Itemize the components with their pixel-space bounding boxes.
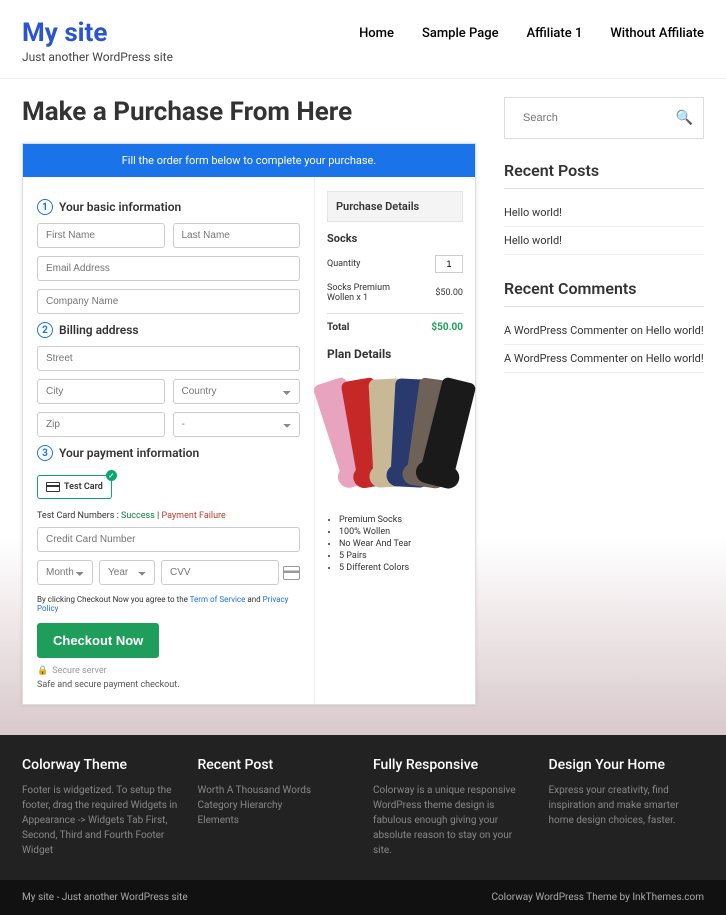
- recent-post-link[interactable]: Hello world!: [504, 206, 562, 219]
- line-item: Socks Premium Wollen x 1$50.00: [327, 283, 463, 303]
- page-title: Make a Purchase From Here: [22, 97, 476, 127]
- checkout-button[interactable]: Checkout Now: [37, 623, 159, 658]
- safe-text: Safe and secure payment checkout.: [37, 680, 300, 690]
- comment-item: A WordPress Commenter on Hello world!: [504, 317, 704, 345]
- product-name: Socks: [327, 232, 463, 245]
- step-3-number: 3: [37, 445, 53, 461]
- test-failure-link[interactable]: Payment Failure: [161, 511, 225, 521]
- step-2: 2Billing address: [37, 322, 300, 338]
- recent-post-link[interactable]: Hello world!: [504, 234, 562, 247]
- form-banner: Fill the order form below to complete yo…: [23, 144, 475, 177]
- commenter-link[interactable]: A WordPress Commenter: [504, 352, 628, 365]
- card-icon: [46, 482, 60, 492]
- test-card-numbers: Test Card Numbers : Success | Payment Fa…: [37, 511, 300, 521]
- tos-link[interactable]: Term of Service: [190, 595, 246, 604]
- plan-details-head: Plan Details: [327, 347, 463, 361]
- step-1-number: 1: [37, 199, 53, 215]
- plan-bullets: Premium Socks 100% Wollen No Wear And Te…: [327, 515, 463, 573]
- footer-col-2: Recent PostWorth A Thousand WordsCategor…: [198, 757, 354, 858]
- comment-item: A WordPress Commenter on Hello world!: [504, 345, 704, 373]
- site-tagline: Just another WordPress site: [22, 50, 173, 64]
- footer-bar: My site - Just another WordPress site Co…: [0, 880, 726, 915]
- step-3: 3Your payment information: [37, 445, 300, 461]
- recent-comments-head: Recent Comments: [504, 279, 704, 307]
- test-success-link[interactable]: Success: [121, 511, 155, 521]
- site-header: My site Just another WordPress site Home…: [0, 0, 726, 79]
- cc-number-input[interactable]: [37, 527, 300, 552]
- footer-col-4: Design Your HomeExpress your creativity,…: [549, 757, 705, 858]
- step-2-number: 2: [37, 322, 53, 338]
- comment-post-link[interactable]: Hello world!: [646, 352, 704, 365]
- street-input[interactable]: [37, 346, 300, 371]
- lock-icon: 🔒: [37, 666, 48, 676]
- country-select[interactable]: Country: [173, 379, 301, 404]
- cvv-input[interactable]: [161, 560, 279, 585]
- city-input[interactable]: [37, 379, 165, 404]
- total-row: Total$50.00: [327, 313, 463, 333]
- recent-comments-list: A WordPress Commenter on Hello world! A …: [504, 317, 704, 373]
- commenter-link[interactable]: A WordPress Commenter: [504, 324, 628, 337]
- last-name-input[interactable]: [173, 223, 301, 248]
- site-title[interactable]: My site: [22, 18, 173, 48]
- qty-row: Quantity: [327, 255, 463, 273]
- step-1: 1Your basic information: [37, 199, 300, 215]
- qty-input[interactable]: [435, 255, 463, 273]
- product-image: [327, 371, 463, 501]
- search-input[interactable]: [515, 106, 676, 130]
- secure-server: 🔒Secure server: [37, 666, 300, 676]
- search-box: 🔍: [504, 97, 704, 139]
- footer-left: My site - Just another WordPress site: [22, 892, 188, 903]
- company-input[interactable]: [37, 289, 300, 314]
- footer-right[interactable]: Colorway WordPress Theme by InkThemes.co…: [491, 892, 704, 903]
- exp-month-select[interactable]: Month: [37, 560, 93, 585]
- nav-sample-page[interactable]: Sample Page: [422, 26, 499, 41]
- test-card-option[interactable]: Test Card: [37, 475, 112, 499]
- checkout-form: Fill the order form below to complete yo…: [22, 143, 476, 705]
- search-icon[interactable]: 🔍: [676, 110, 693, 126]
- nav-affiliate-1[interactable]: Affiliate 1: [527, 26, 583, 41]
- comment-post-link[interactable]: Hello world!: [646, 324, 704, 337]
- email-input[interactable]: [37, 256, 300, 281]
- nav-home[interactable]: Home: [359, 26, 394, 41]
- purchase-details-head: Purchase Details: [327, 191, 463, 222]
- nav-without-affiliate[interactable]: Without Affiliate: [610, 26, 704, 41]
- recent-posts-list: Hello world! Hello world!: [504, 199, 704, 255]
- sidebar: 🔍 Recent Posts Hello world! Hello world!…: [504, 97, 704, 705]
- state-select[interactable]: -: [173, 412, 301, 437]
- recent-posts-head: Recent Posts: [504, 161, 704, 189]
- exp-year-select[interactable]: Year: [99, 560, 155, 585]
- site-footer: Colorway ThemeFooter is widgetized. To s…: [0, 735, 726, 915]
- main-nav: Home Sample Page Affiliate 1 Without Aff…: [359, 18, 704, 41]
- cvv-card-icon: [283, 566, 300, 580]
- first-name-input[interactable]: [37, 223, 165, 248]
- footer-col-1: Colorway ThemeFooter is widgetized. To s…: [22, 757, 178, 858]
- zip-input[interactable]: [37, 412, 165, 437]
- agree-text: By clicking Checkout Now you agree to th…: [37, 595, 300, 613]
- footer-col-3: Fully ResponsiveColorway is a unique res…: [373, 757, 529, 858]
